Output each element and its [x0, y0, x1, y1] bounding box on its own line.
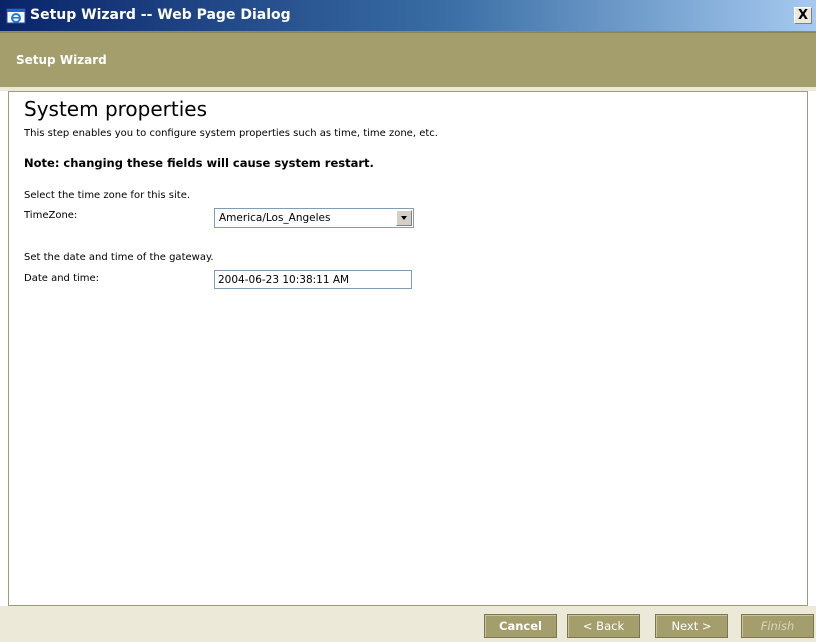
chevron-down-icon[interactable]: [396, 210, 412, 226]
page-title: System properties: [24, 97, 207, 121]
datetime-section-label: Set the date and time of the gateway.: [24, 252, 214, 263]
window-titlebar: Setup Wizard -- Web Page Dialog X: [0, 0, 816, 32]
next-button[interactable]: Next >: [655, 614, 728, 638]
back-button[interactable]: < Back: [567, 614, 640, 638]
close-button[interactable]: X: [794, 7, 812, 24]
datetime-input[interactable]: [214, 270, 412, 289]
finish-button[interactable]: Finish: [741, 614, 814, 638]
timezone-field-label: TimeZone:: [24, 210, 78, 221]
wizard-footer: Cancel < Back Next > Finish: [0, 606, 816, 642]
restart-warning-note: Note: changing these fields will cause s…: [24, 156, 374, 170]
ie-window-icon: [6, 8, 26, 24]
page-subtitle: This step enables you to configure syste…: [24, 128, 438, 139]
wizard-header: Setup Wizard: [0, 32, 816, 87]
close-icon: X: [797, 8, 809, 23]
cancel-button[interactable]: Cancel: [484, 614, 557, 638]
window-title: Setup Wizard -- Web Page Dialog: [30, 7, 291, 23]
timezone-select[interactable]: America/Los_Angeles: [214, 208, 414, 228]
timezone-section-label: Select the time zone for this site.: [24, 190, 191, 201]
timezone-select-value: America/Los_Angeles: [219, 212, 331, 224]
wizard-content-panel: System properties This step enables you …: [8, 91, 808, 606]
wizard-header-title: Setup Wizard: [16, 53, 107, 67]
datetime-field-label: Date and time:: [24, 273, 100, 284]
